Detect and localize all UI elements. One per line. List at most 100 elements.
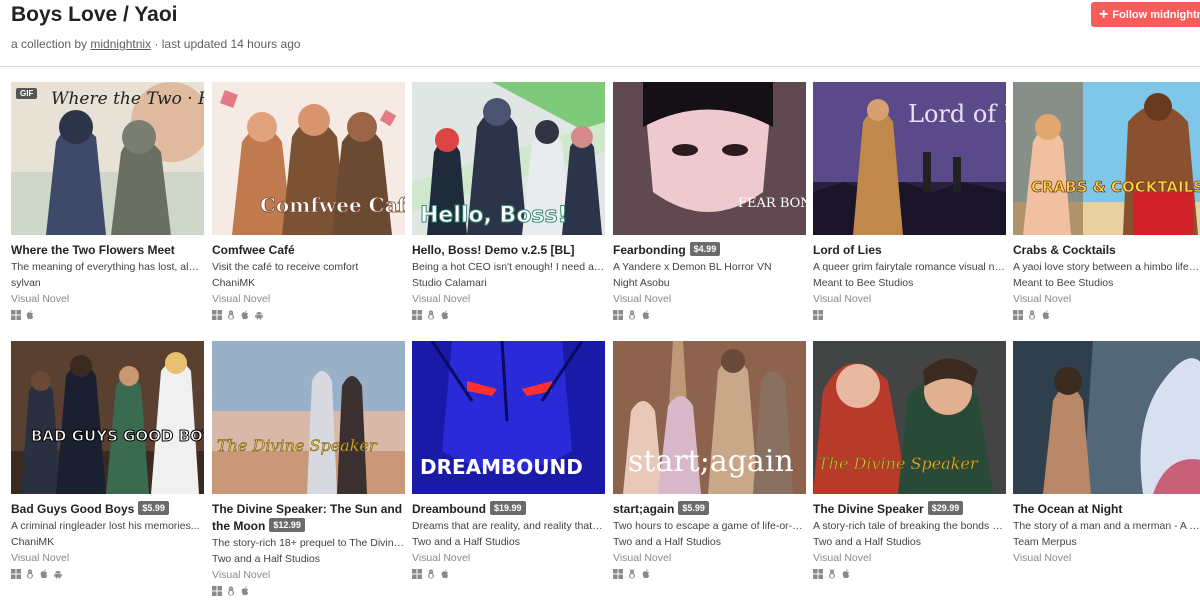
linux-icon [426, 310, 436, 320]
game-description: The meaning of everything has lost, alon… [11, 261, 204, 273]
game-description: Two hours to escape a game of life-or-de… [613, 520, 806, 532]
game-card: BAD GUYS GOOD BOYS Bad Guys Good Boys $5.… [11, 341, 204, 580]
cover-title: Hello, Boss! [420, 203, 568, 228]
platform-icons [813, 568, 1006, 580]
game-genre[interactable]: Visual Novel [613, 550, 806, 566]
game-genre[interactable]: Visual Novel [613, 291, 806, 307]
platform-icons [11, 309, 204, 321]
game-author[interactable]: Two and a Half Studios [613, 534, 806, 550]
linux-icon [25, 569, 35, 579]
game-author[interactable]: Meant to Bee Studios [1013, 275, 1200, 291]
windows-icon [813, 310, 823, 320]
platform-icons [212, 585, 405, 597]
linux-icon [827, 569, 837, 579]
android-icon [254, 310, 264, 320]
game-title[interactable]: Where the Two Flowers Meet [11, 243, 175, 257]
game-author[interactable]: Two and a Half Studios [412, 534, 605, 550]
game-title[interactable]: Comfwee Café [212, 243, 295, 257]
game-title-row: The Divine Speaker $29.99 [813, 501, 1006, 518]
windows-icon [212, 310, 222, 320]
game-author[interactable]: Meant to Bee Studios [813, 275, 1006, 291]
game-description: A yaoi love story between a himbo lifegu… [1013, 261, 1200, 273]
game-thumbnail[interactable]: BAD GUYS GOOD BOYS [11, 341, 204, 494]
game-card: The Divine Speaker The Divine Speaker: T… [212, 341, 405, 597]
game-card: DREAMBOUND Dreambound $19.99 Dreams that … [412, 341, 605, 580]
game-genre[interactable]: Visual Novel [813, 550, 1006, 566]
game-description: A queer grim fairytale romance visual no… [813, 261, 1006, 273]
game-thumbnail[interactable]: DREAMBOUND [412, 341, 605, 494]
game-thumbnail[interactable]: start;again [613, 341, 806, 494]
windows-icon [412, 310, 422, 320]
gif-badge: GIF [16, 88, 38, 99]
apple-icon [440, 569, 450, 579]
game-title-row: Where the Two Flowers Meet [11, 242, 204, 259]
game-thumbnail[interactable]: The Divine Speaker [813, 341, 1006, 494]
game-title-row: Dreambound $19.99 [412, 501, 605, 518]
game-genre[interactable]: Visual Novel [412, 550, 605, 566]
apple-icon [641, 310, 651, 320]
cover-title: Comfwee Café [260, 193, 405, 217]
cover-title: The Divine Speaker [818, 454, 979, 473]
game-author[interactable]: Night Asobu [613, 275, 806, 291]
linux-icon [627, 569, 637, 579]
game-genre[interactable]: Visual Novel [412, 291, 605, 307]
game-title-row: start;again $5.99 [613, 501, 806, 518]
platform-icons [412, 309, 605, 321]
game-genre[interactable]: Visual Novel [1013, 550, 1200, 566]
game-description: A criminal ringleader lost his memories.… [11, 520, 200, 532]
game-title-row: Bad Guys Good Boys $5.99 [11, 501, 204, 518]
game-title[interactable]: The Divine Speaker [813, 502, 924, 516]
game-title[interactable]: Bad Guys Good Boys [11, 502, 134, 516]
game-genre[interactable]: Visual Novel [212, 291, 405, 307]
apple-icon [1041, 310, 1051, 320]
game-genre[interactable]: Visual Novel [11, 550, 204, 566]
game-title[interactable]: Fearbonding [613, 243, 686, 257]
game-title[interactable]: Lord of Lies [813, 243, 882, 257]
game-title[interactable]: The Ocean at Night [1013, 502, 1122, 516]
price-badge: $12.99 [269, 518, 305, 532]
price-badge: $29.99 [927, 501, 964, 515]
game-card: FEAR BONDING Fearbonding$4.99 A Yandere … [613, 82, 806, 321]
game-author[interactable]: ChaniMK [212, 275, 405, 291]
apple-icon [841, 569, 851, 579]
linux-icon [627, 310, 637, 320]
cover-title: FEAR BONDING [738, 196, 806, 211]
game-thumbnail[interactable]: Hello, Boss! [412, 82, 605, 235]
cover-title: The Divine Speaker [217, 436, 378, 455]
windows-icon [212, 586, 222, 596]
platform-icons [613, 568, 806, 580]
game-thumbnail[interactable]: Where the Two · Flowers Meet GIF [11, 82, 204, 235]
game-author[interactable]: Studio Calamari [412, 275, 605, 291]
game-thumbnail[interactable]: The Divine Speaker [212, 341, 405, 494]
linux-icon [226, 586, 236, 596]
windows-icon [613, 310, 623, 320]
game-title[interactable]: Crabs & Cocktails [1013, 243, 1116, 257]
game-thumbnail[interactable]: Lord of Lies [813, 82, 1006, 235]
game-thumbnail[interactable]: Comfwee Café [212, 82, 405, 235]
cover-title: Lord of Lies [908, 100, 1006, 128]
game-genre[interactable]: Visual Novel [11, 291, 204, 307]
game-author[interactable]: ChaniMK [11, 534, 204, 550]
game-thumbnail[interactable]: CRABS & COCKTAILS [1013, 82, 1200, 235]
game-description: Dreams that are reality, and reality tha… [412, 520, 605, 532]
game-title[interactable]: The Divine Speaker: The Sun and the Moon [212, 502, 402, 533]
game-title[interactable]: Dreambound [412, 502, 486, 516]
linux-icon [226, 310, 236, 320]
platform-icons [11, 568, 204, 580]
game-thumbnail[interactable] [1013, 341, 1200, 494]
game-thumbnail[interactable]: FEAR BONDING [613, 82, 806, 235]
game-genre[interactable]: Visual Novel [212, 567, 405, 583]
apple-icon [25, 310, 35, 320]
game-genre[interactable]: Visual Novel [1013, 291, 1200, 307]
game-card: The Ocean at Night The story of a man an… [1013, 341, 1200, 566]
windows-icon [11, 569, 21, 579]
price-badge: $4.99 [689, 242, 721, 256]
game-title[interactable]: start;again [613, 502, 674, 516]
game-author[interactable]: Two and a Half Studios [212, 551, 405, 567]
game-genre[interactable]: Visual Novel [813, 291, 1006, 307]
game-author[interactable]: sylvan [11, 275, 204, 291]
game-author[interactable]: Team Merpus [1013, 534, 1200, 550]
game-author[interactable]: Two and a Half Studios [813, 534, 1006, 550]
game-title[interactable]: Hello, Boss! Demo v.2.5 [BL] [412, 243, 574, 257]
linux-icon [1027, 310, 1037, 320]
